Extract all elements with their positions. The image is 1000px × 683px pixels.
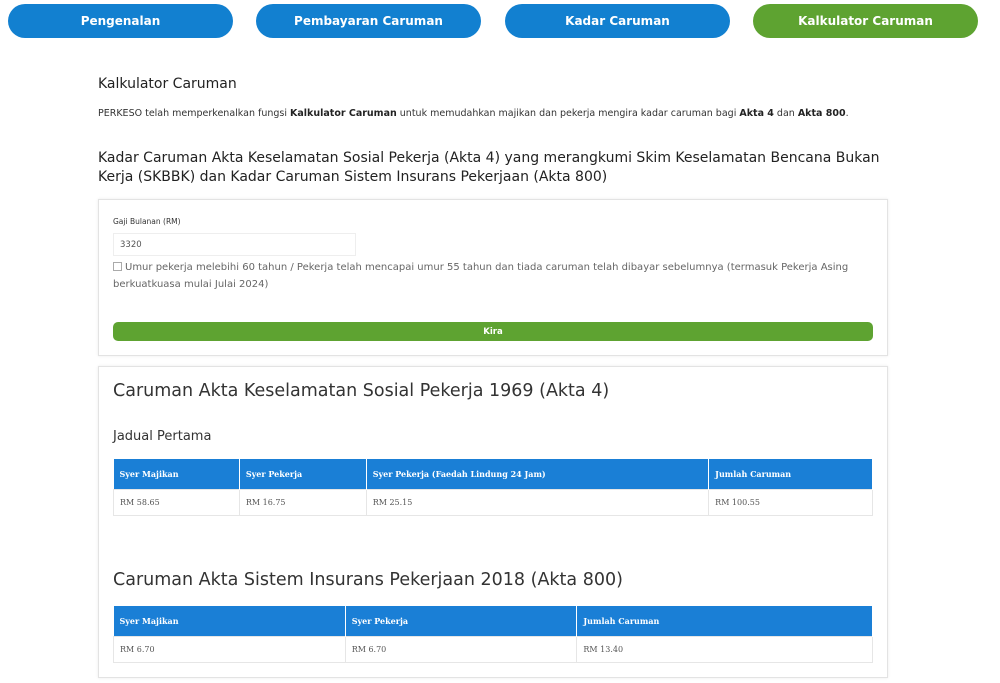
header-syer-pekerja: Syer Pekerja <box>239 459 367 489</box>
section-heading: Kadar Caruman Akta Keselamatan Sosial Pe… <box>98 150 880 185</box>
tab-pengenalan[interactable]: Pengenalan <box>8 4 233 38</box>
cell-jumlah-caruman: RM 100.55 <box>708 488 873 516</box>
tab-kalkulator-caruman[interactable]: Kalkulator Caruman <box>753 4 978 38</box>
header-syer-pekerja: Syer Pekerja <box>345 606 578 636</box>
salary-label: Gaji Bulanan (RM) <box>113 217 181 226</box>
cell-syer-pekerja: RM 6.70 <box>344 635 578 663</box>
intro-bold-calculator: Kalkulator Caruman <box>290 108 397 119</box>
age-checkbox-row: Umur pekerja melebihi 60 tahun / Pekerja… <box>113 259 883 293</box>
akta4-title: Caruman Akta Keselamatan Sosial Pekerja … <box>113 381 610 401</box>
intro-part4: . <box>845 108 849 119</box>
header-syer-majikan: Syer Majikan <box>113 459 240 489</box>
intro-text: PERKESO telah memperkenalkan fungsi Kalk… <box>98 108 849 119</box>
intro-bold-akta4: Akta 4 <box>739 108 774 119</box>
table-row: RM 58.65 RM 16.75 RM 25.15 RM 100.55 <box>113 488 873 516</box>
header-jumlah-caruman: Jumlah Caruman <box>708 459 873 489</box>
akta4-subtitle: Jadual Pertama <box>113 429 212 444</box>
intro-part1: PERKESO telah memperkenalkan fungsi <box>98 108 291 119</box>
age-checkbox[interactable] <box>113 262 122 271</box>
salary-input[interactable] <box>113 233 356 256</box>
akta800-title: Caruman Akta Sistem Insurans Pekerjaan 2… <box>113 570 623 590</box>
akta4-table: Syer Majikan Syer Pekerja Syer Pekerja (… <box>113 459 873 516</box>
table-header-row: Syer Majikan Syer Pekerja Syer Pekerja (… <box>113 459 873 489</box>
intro-part2: untuk memudahkan majikan dan pekerja men… <box>396 108 740 119</box>
tab-pembayaran-caruman[interactable]: Pembayaran Caruman <box>256 4 481 38</box>
cell-syer-majikan: RM 6.70 <box>113 635 346 663</box>
calculator-form: Gaji Bulanan (RM) Umur pekerja melebihi … <box>98 199 888 356</box>
akta800-table: Syer Majikan Syer Pekerja Jumlah Caruman… <box>113 606 873 663</box>
intro-part3: dan <box>773 108 798 119</box>
tab-bar: Pengenalan Pembayaran Caruman Kadar Caru… <box>0 0 1000 44</box>
table-header-row: Syer Majikan Syer Pekerja Jumlah Caruman <box>113 606 873 636</box>
cell-jumlah-caruman: RM 13.40 <box>576 635 873 663</box>
results-card: Caruman Akta Keselamatan Sosial Pekerja … <box>98 366 888 678</box>
kira-button[interactable]: Kira <box>113 322 873 341</box>
age-checkbox-label: Umur pekerja melebihi 60 tahun / Pekerja… <box>113 262 849 290</box>
header-jumlah-caruman: Jumlah Caruman <box>576 606 873 636</box>
cell-syer-pekerja: RM 16.75 <box>238 488 367 516</box>
tab-kadar-caruman[interactable]: Kadar Caruman <box>505 4 730 38</box>
header-syer-majikan: Syer Majikan <box>113 606 346 636</box>
page-title: Kalkulator Caruman <box>98 76 237 92</box>
cell-syer-majikan: RM 58.65 <box>113 488 240 516</box>
header-syer-pekerja-24jam: Syer Pekerja (Faedah Lindung 24 Jam) <box>366 459 710 489</box>
cell-syer-pekerja-24jam: RM 25.15 <box>365 488 710 516</box>
table-row: RM 6.70 RM 6.70 RM 13.40 <box>113 635 873 663</box>
intro-bold-akta800: Akta 800 <box>797 108 846 119</box>
